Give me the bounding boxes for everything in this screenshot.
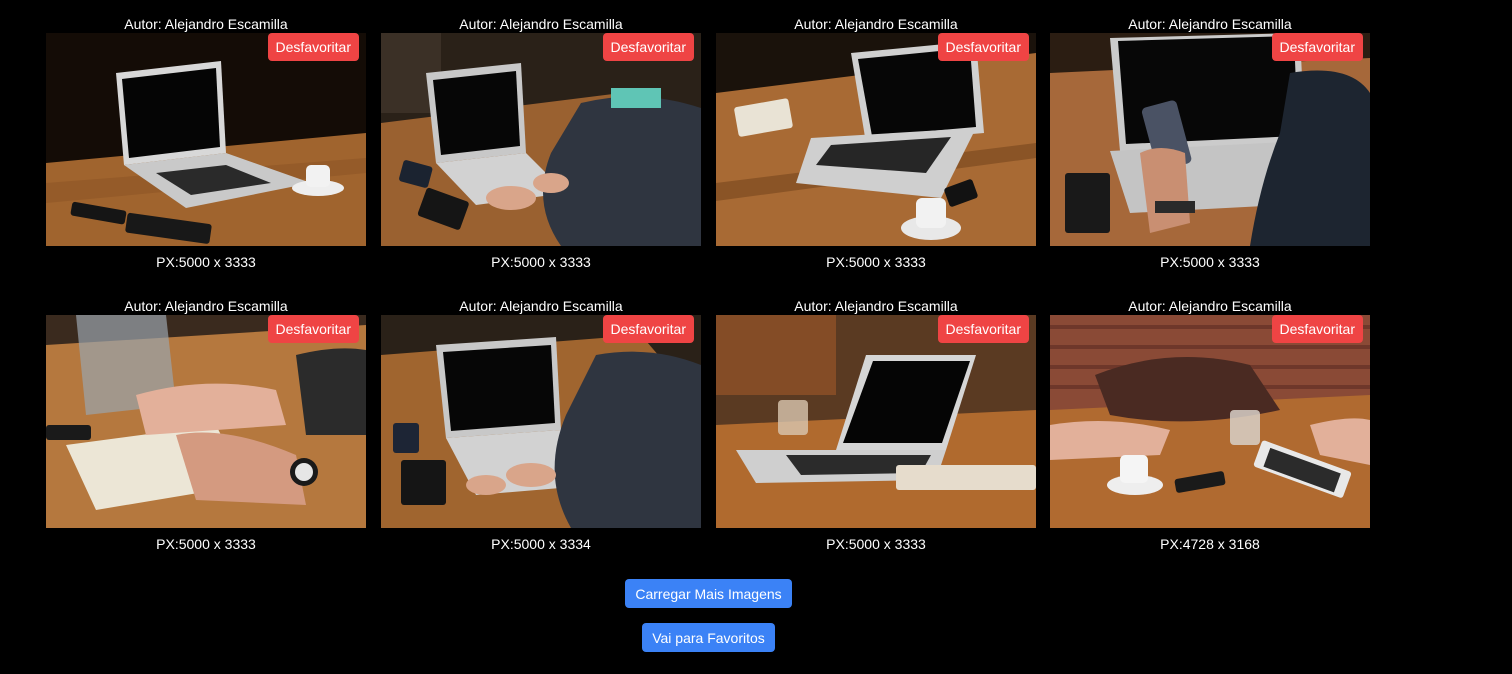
laptop-glass-table-photo bbox=[716, 315, 1036, 528]
image-card: Autor: Alejandro Escamilla Desfavoritar … bbox=[46, 297, 366, 553]
photo: Desfavoritar bbox=[1050, 33, 1370, 246]
author-label: Autor: Alejandro Escamilla bbox=[459, 16, 623, 32]
unfavorite-button[interactable]: Desfavoritar bbox=[1271, 315, 1363, 343]
author-label: Autor: Alejandro Escamilla bbox=[124, 298, 288, 314]
go-to-favorites-button[interactable]: Vai para Favoritos bbox=[642, 623, 775, 652]
writing-in-notebook-photo bbox=[46, 315, 366, 528]
image-card: Autor: Alejandro Escamilla Desfavoritar … bbox=[716, 297, 1036, 553]
image-size-label: PX:5000 x 3333 bbox=[826, 254, 926, 270]
unfavorite-button[interactable]: Desfavoritar bbox=[937, 33, 1029, 61]
image-card: Autor: Alejandro Escamilla Desfavoritar … bbox=[1050, 15, 1370, 271]
unfavorite-button[interactable]: Desfavoritar bbox=[602, 315, 694, 343]
author-label: Autor: Alejandro Escamilla bbox=[124, 16, 288, 32]
laptop-on-table-photo bbox=[46, 33, 366, 246]
laptop-coffee-notebook-photo bbox=[716, 33, 1036, 246]
image-card: Autor: Alejandro Escamilla Desfavoritar … bbox=[1050, 297, 1370, 553]
author-label: Autor: Alejandro Escamilla bbox=[794, 298, 958, 314]
author-label: Autor: Alejandro Escamilla bbox=[1128, 16, 1292, 32]
image-size-label: PX:5000 x 3333 bbox=[1160, 254, 1260, 270]
image-card: Autor: Alejandro Escamilla Desfavoritar … bbox=[381, 15, 701, 271]
person-typing-laptop-photo bbox=[381, 33, 701, 246]
meeting-table-tablet-photo bbox=[1050, 315, 1370, 528]
author-label: Autor: Alejandro Escamilla bbox=[1128, 298, 1292, 314]
hand-holding-phone-photo bbox=[1050, 33, 1370, 246]
unfavorite-button[interactable]: Desfavoritar bbox=[1271, 33, 1363, 61]
photo: Desfavoritar bbox=[381, 33, 701, 246]
image-size-label: PX:5000 x 3333 bbox=[156, 536, 256, 552]
author-label: Autor: Alejandro Escamilla bbox=[459, 298, 623, 314]
image-size-label: PX:5000 x 3333 bbox=[156, 254, 256, 270]
person-typing-laptop-photo bbox=[381, 315, 701, 528]
photo: Desfavoritar bbox=[716, 33, 1036, 246]
load-more-button[interactable]: Carregar Mais Imagens bbox=[625, 579, 792, 608]
author-label: Autor: Alejandro Escamilla bbox=[794, 16, 958, 32]
unfavorite-button[interactable]: Desfavoritar bbox=[267, 315, 359, 343]
photo: Desfavoritar bbox=[46, 315, 366, 528]
image-size-label: PX:5000 x 3333 bbox=[491, 254, 591, 270]
image-card: Autor: Alejandro Escamilla Desfavoritar … bbox=[46, 15, 366, 271]
photo: Desfavoritar bbox=[381, 315, 701, 528]
image-size-label: PX:5000 x 3333 bbox=[826, 536, 926, 552]
unfavorite-button[interactable]: Desfavoritar bbox=[267, 33, 359, 61]
image-card: Autor: Alejandro Escamilla Desfavoritar … bbox=[716, 15, 1036, 271]
unfavorite-button[interactable]: Desfavoritar bbox=[602, 33, 694, 61]
photo: Desfavoritar bbox=[46, 33, 366, 246]
image-size-label: PX:5000 x 3334 bbox=[491, 536, 591, 552]
image-size-label: PX:4728 x 3168 bbox=[1160, 536, 1260, 552]
unfavorite-button[interactable]: Desfavoritar bbox=[937, 315, 1029, 343]
image-card: Autor: Alejandro Escamilla Desfavoritar … bbox=[381, 297, 701, 553]
photo: Desfavoritar bbox=[716, 315, 1036, 528]
photo: Desfavoritar bbox=[1050, 315, 1370, 528]
